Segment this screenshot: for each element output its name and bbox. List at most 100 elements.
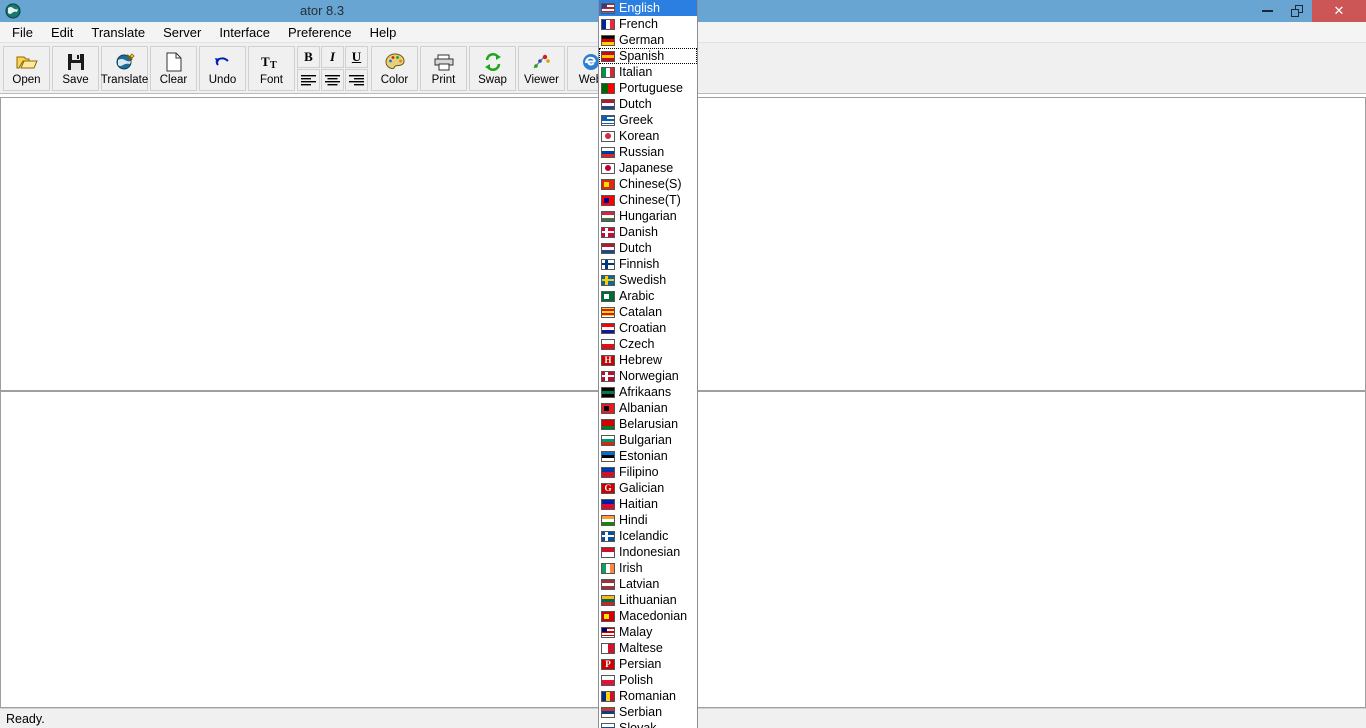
close-button[interactable]: ✕ <box>1312 0 1366 22</box>
language-dropdown-list[interactable]: English French German Spanish Italian Portugu… <box>598 0 698 728</box>
language-option-hebrew[interactable]: H Hebrew <box>599 352 697 368</box>
language-option-danish[interactable]: Danish <box>599 224 697 240</box>
italic-button[interactable]: I <box>321 46 344 68</box>
language-option-indonesian[interactable]: Indonesian <box>599 544 697 560</box>
language-option-catalan[interactable]: Catalan <box>599 304 697 320</box>
undo-button[interactable]: Undo <box>199 46 246 91</box>
color-button[interactable]: Color <box>371 46 418 91</box>
language-option-hindi[interactable]: Hindi <box>599 512 697 528</box>
save-label: Save <box>62 74 89 86</box>
swap-button[interactable]: Swap <box>469 46 516 91</box>
language-option-greek[interactable]: Greek <box>599 112 697 128</box>
svg-text:T: T <box>270 60 277 71</box>
language-option-spanish[interactable]: Spanish <box>599 48 697 64</box>
flag-ro-icon <box>601 690 615 702</box>
open-button[interactable]: Open <box>3 46 50 91</box>
menu-item-server[interactable]: Server <box>154 23 210 42</box>
align-right-button[interactable] <box>345 69 368 91</box>
language-option-bulgarian[interactable]: Bulgarian <box>599 432 697 448</box>
language-option-chinese-s[interactable]: Chinese(S) <box>599 176 697 192</box>
align-right-icon <box>349 74 364 85</box>
menu-item-help[interactable]: Help <box>361 23 406 42</box>
language-option-label: Irish <box>619 561 643 575</box>
language-option-slovak[interactable]: Slovak <box>599 720 697 728</box>
language-option-chinese-t[interactable]: Chinese(T) <box>599 192 697 208</box>
format-button-group: B I U <box>297 46 369 92</box>
language-option-lithuanian[interactable]: Lithuanian <box>599 592 697 608</box>
language-option-latvian[interactable]: Latvian <box>599 576 697 592</box>
language-option-polish[interactable]: Polish <box>599 672 697 688</box>
language-option-filipino[interactable]: Filipino <box>599 464 697 480</box>
language-option-estonian[interactable]: Estonian <box>599 448 697 464</box>
language-option-english[interactable]: English <box>599 0 697 16</box>
language-option-label: Spanish <box>619 49 665 63</box>
language-option-label: Malay <box>619 625 653 639</box>
language-option-afrikaans[interactable]: Afrikaans <box>599 384 697 400</box>
menu-item-file[interactable]: File <box>3 23 42 42</box>
flag-jp-icon <box>601 162 615 174</box>
language-option-dutch[interactable]: Dutch <box>599 96 697 112</box>
language-option-label: Hindi <box>619 513 648 527</box>
clear-button[interactable]: Clear <box>150 46 197 91</box>
font-label: Font <box>259 74 283 86</box>
menu-item-translate[interactable]: Translate <box>82 23 154 42</box>
translate-button[interactable]: Translate <box>101 46 148 91</box>
flag-ht-icon <box>601 498 615 510</box>
language-option-albanian[interactable]: Albanian <box>599 400 697 416</box>
language-option-label: Afrikaans <box>619 385 672 399</box>
language-option-german[interactable]: German <box>599 32 697 48</box>
align-center-button[interactable] <box>321 69 344 91</box>
blank-page-icon <box>166 50 182 74</box>
language-option-malay[interactable]: Malay <box>599 624 697 640</box>
language-option-arabic[interactable]: Arabic <box>599 288 697 304</box>
language-option-french[interactable]: French <box>599 16 697 32</box>
language-option-portuguese[interactable]: Portuguese <box>599 80 697 96</box>
language-option-icelandic[interactable]: Icelandic <box>599 528 697 544</box>
language-option-label: Serbian <box>619 705 663 719</box>
language-option-dutch[interactable]: Dutch <box>599 240 697 256</box>
language-option-hungarian[interactable]: Hungarian <box>599 208 697 224</box>
align-left-button[interactable] <box>297 69 320 91</box>
font-button[interactable]: T T Font <box>248 46 295 91</box>
language-option-persian[interactable]: P Persian <box>599 656 697 672</box>
restore-button[interactable] <box>1282 0 1312 22</box>
underline-button[interactable]: U <box>345 46 368 68</box>
open-folder-icon <box>16 50 38 74</box>
menu-item-edit[interactable]: Edit <box>42 23 82 42</box>
language-option-finnish[interactable]: Finnish <box>599 256 697 272</box>
language-option-serbian[interactable]: Serbian <box>599 704 697 720</box>
language-option-croatian[interactable]: Croatian <box>599 320 697 336</box>
save-button[interactable]: Save <box>52 46 99 91</box>
language-option-korean[interactable]: Korean <box>599 128 697 144</box>
language-option-macedonian[interactable]: Macedonian <box>599 608 697 624</box>
language-option-label: Belarusian <box>619 417 679 431</box>
menu-item-interface[interactable]: Interface <box>210 23 279 42</box>
flag-is-icon <box>601 530 615 542</box>
flag-pt-icon <box>601 82 615 94</box>
language-option-label: Bulgarian <box>619 433 672 447</box>
language-option-italian[interactable]: Italian <box>599 64 697 80</box>
flag-cat-icon <box>601 306 615 318</box>
print-button[interactable]: Print <box>420 46 467 91</box>
language-option-japanese[interactable]: Japanese <box>599 160 697 176</box>
language-option-galician[interactable]: G Galician <box>599 480 697 496</box>
menu-item-preference[interactable]: Preference <box>279 23 361 42</box>
flag-sa-icon <box>601 290 615 302</box>
minimize-button[interactable] <box>1252 0 1282 22</box>
viewer-button[interactable]: Viewer <box>518 46 565 91</box>
clear-label: Clear <box>159 74 188 86</box>
language-option-irish[interactable]: Irish <box>599 560 697 576</box>
language-option-haitian[interactable]: Haitian <box>599 496 697 512</box>
svg-text:T: T <box>261 54 270 69</box>
language-option-belarusian[interactable]: Belarusian <box>599 416 697 432</box>
flag-fr-icon <box>601 18 615 30</box>
language-option-romanian[interactable]: Romanian <box>599 688 697 704</box>
language-option-norwegian[interactable]: Norwegian <box>599 368 697 384</box>
language-option-czech[interactable]: Czech <box>599 336 697 352</box>
language-option-maltese[interactable]: Maltese <box>599 640 697 656</box>
language-option-label: Japanese <box>619 161 674 175</box>
language-option-label: Chinese(T) <box>619 193 681 207</box>
language-option-swedish[interactable]: Swedish <box>599 272 697 288</box>
language-option-russian[interactable]: Russian <box>599 144 697 160</box>
bold-button[interactable]: B <box>297 46 320 68</box>
